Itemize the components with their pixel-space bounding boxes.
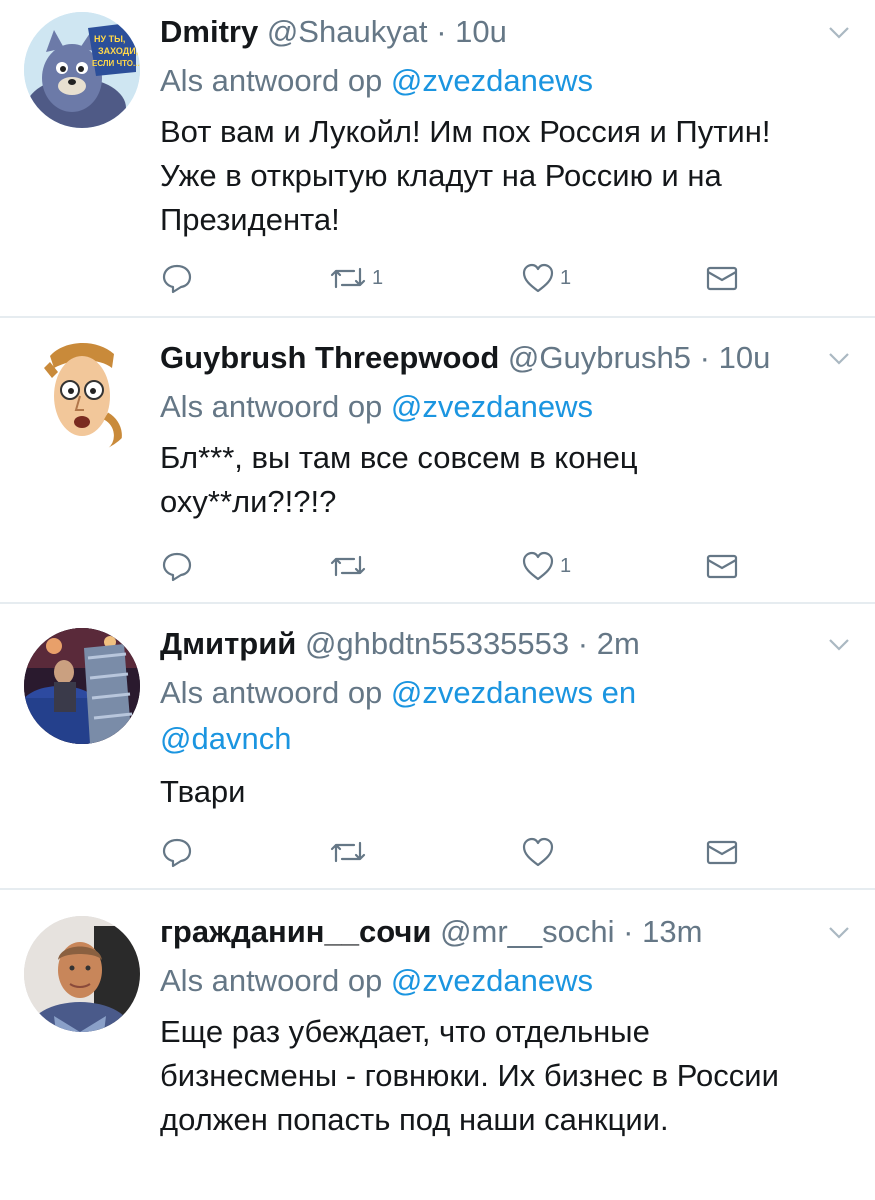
like-button[interactable]: 1 [520, 546, 571, 586]
man-portrait-avatar [24, 916, 140, 1032]
cartoon-man-avatar [24, 338, 140, 454]
mention-link[interactable]: @zvezdanews [391, 389, 593, 424]
retweet-icon [330, 267, 366, 289]
user-handle[interactable]: @ghbdtn55335553 [305, 626, 569, 661]
envelope-icon [706, 266, 738, 291]
retweet-button[interactable] [328, 832, 372, 872]
tweet-actions [160, 832, 760, 872]
avatar-caption-line-1: НУ ТЫ, [94, 34, 125, 44]
chevron-down-icon[interactable] [825, 918, 853, 946]
tweet-header: Guybrush Threepwood @Guybrush5 · 10u [160, 336, 811, 380]
reply-button[interactable] [160, 546, 194, 586]
like-button[interactable]: 1 [520, 258, 571, 298]
tweet-actions: 1 1 [160, 258, 760, 298]
retweet-count: 1 [372, 266, 384, 289]
timestamp[interactable]: 2m [597, 626, 640, 661]
retweet-icon [330, 841, 366, 863]
reply-prefix: Als antwoord op [160, 963, 391, 998]
mention-joiner: en [592, 675, 637, 710]
separator-dot: · [436, 14, 447, 49]
like-count: 1 [560, 554, 572, 577]
reply-icon [162, 838, 192, 868]
avatar-caption-line-2: ЗАХОДИ, [98, 46, 138, 56]
reply-context: Als antwoord op @zvezdanews [160, 384, 835, 430]
timestamp[interactable]: 13m [642, 914, 702, 949]
timestamp[interactable]: 10u [455, 14, 507, 49]
chevron-down-icon[interactable] [825, 18, 853, 46]
reply-context: Als antwoord op @zvezdanews en @davnch [160, 670, 720, 762]
casino-photo-avatar [24, 628, 140, 744]
mention-link[interactable]: @zvezdanews [391, 963, 593, 998]
retweet-icon [330, 555, 366, 577]
like-count: 1 [560, 266, 572, 289]
like-button[interactable] [520, 832, 560, 872]
reply-prefix: Als antwoord op [160, 675, 391, 710]
tweet[interactable]: НУ ТЫ, ЗАХОДИ, ЕСЛИ ЧТО... Dmitry @Shauk… [0, 0, 875, 318]
display-name[interactable]: Dmitry [160, 14, 258, 49]
avatar[interactable] [24, 338, 140, 454]
reply-prefix: Als antwoord op [160, 63, 391, 98]
display-name[interactable]: Guybrush Threepwood [160, 340, 499, 375]
message-button[interactable] [704, 832, 740, 872]
timestamp[interactable]: 10u [719, 340, 771, 375]
avatar-caption-line-3: ЕСЛИ ЧТО... [92, 59, 140, 68]
avatar[interactable]: НУ ТЫ, ЗАХОДИ, ЕСЛИ ЧТО... [24, 12, 140, 128]
reply-button[interactable] [160, 258, 194, 298]
tweet[interactable]: Guybrush Threepwood @Guybrush5 · 10u Als… [0, 318, 875, 604]
separator-dot: · [699, 340, 710, 375]
heart-icon [522, 551, 554, 581]
tweet-text: Еще раз убеждает, что отдельные бизнесме… [160, 1014, 779, 1137]
cat-cartoon-avatar: НУ ТЫ, ЗАХОДИ, ЕСЛИ ЧТО... [24, 12, 140, 128]
chevron-down-icon[interactable] [825, 630, 853, 658]
reply-context: Als antwoord op @zvezdanews [160, 58, 835, 104]
heart-icon [522, 263, 554, 293]
chevron-down-icon[interactable] [825, 344, 853, 372]
reply-button[interactable] [160, 832, 194, 872]
tweet[interactable]: гражданин__сочи @mr__sochi · 13m Als ant… [0, 890, 875, 1200]
avatar[interactable] [24, 916, 140, 1032]
mention-link[interactable]: @davnch [160, 721, 291, 756]
tweet-header: гражданин__сочи @mr__sochi · 13m [160, 910, 811, 954]
reply-context: Als antwoord op @zvezdanews [160, 958, 835, 1004]
mention-link[interactable]: @zvezdanews [391, 63, 593, 98]
retweet-button[interactable] [328, 546, 372, 586]
separator-dot: · [623, 914, 634, 949]
display-name[interactable]: гражданин__сочи [160, 914, 431, 949]
tweet-actions: 1 [160, 546, 760, 586]
envelope-icon [706, 840, 738, 865]
tweet[interactable]: Дмитрий @ghbdtn55335553 · 2m Als antwoor… [0, 604, 875, 890]
message-button[interactable] [704, 258, 740, 298]
separator-dot: · [577, 626, 589, 661]
avatar[interactable] [24, 628, 140, 744]
tweet-text: Вот вам и Лукойл! Им пох Россия и Путин!… [160, 114, 771, 237]
user-handle[interactable]: @Shaukyat [267, 14, 428, 49]
user-handle[interactable]: @mr__sochi [440, 914, 614, 949]
tweet-header: Дмитрий @ghbdtn55335553 · 2m [160, 622, 811, 666]
reply-prefix: Als antwoord op [160, 389, 391, 424]
reply-icon [162, 552, 192, 582]
mention-link[interactable]: @zvezdanews [391, 675, 593, 710]
heart-icon [522, 837, 554, 867]
tweet-header: Dmitry @Shaukyat · 10u [160, 10, 811, 54]
retweet-button[interactable]: 1 [328, 258, 383, 298]
display-name[interactable]: Дмитрий [160, 626, 296, 661]
user-handle[interactable]: @Guybrush5 [508, 340, 691, 375]
message-button[interactable] [704, 546, 740, 586]
reply-icon [162, 264, 192, 294]
tweet-text: Твари [160, 774, 246, 809]
tweet-text: Бл***, вы там все совсем в конец оху**ли… [160, 440, 638, 519]
envelope-icon [706, 554, 738, 579]
